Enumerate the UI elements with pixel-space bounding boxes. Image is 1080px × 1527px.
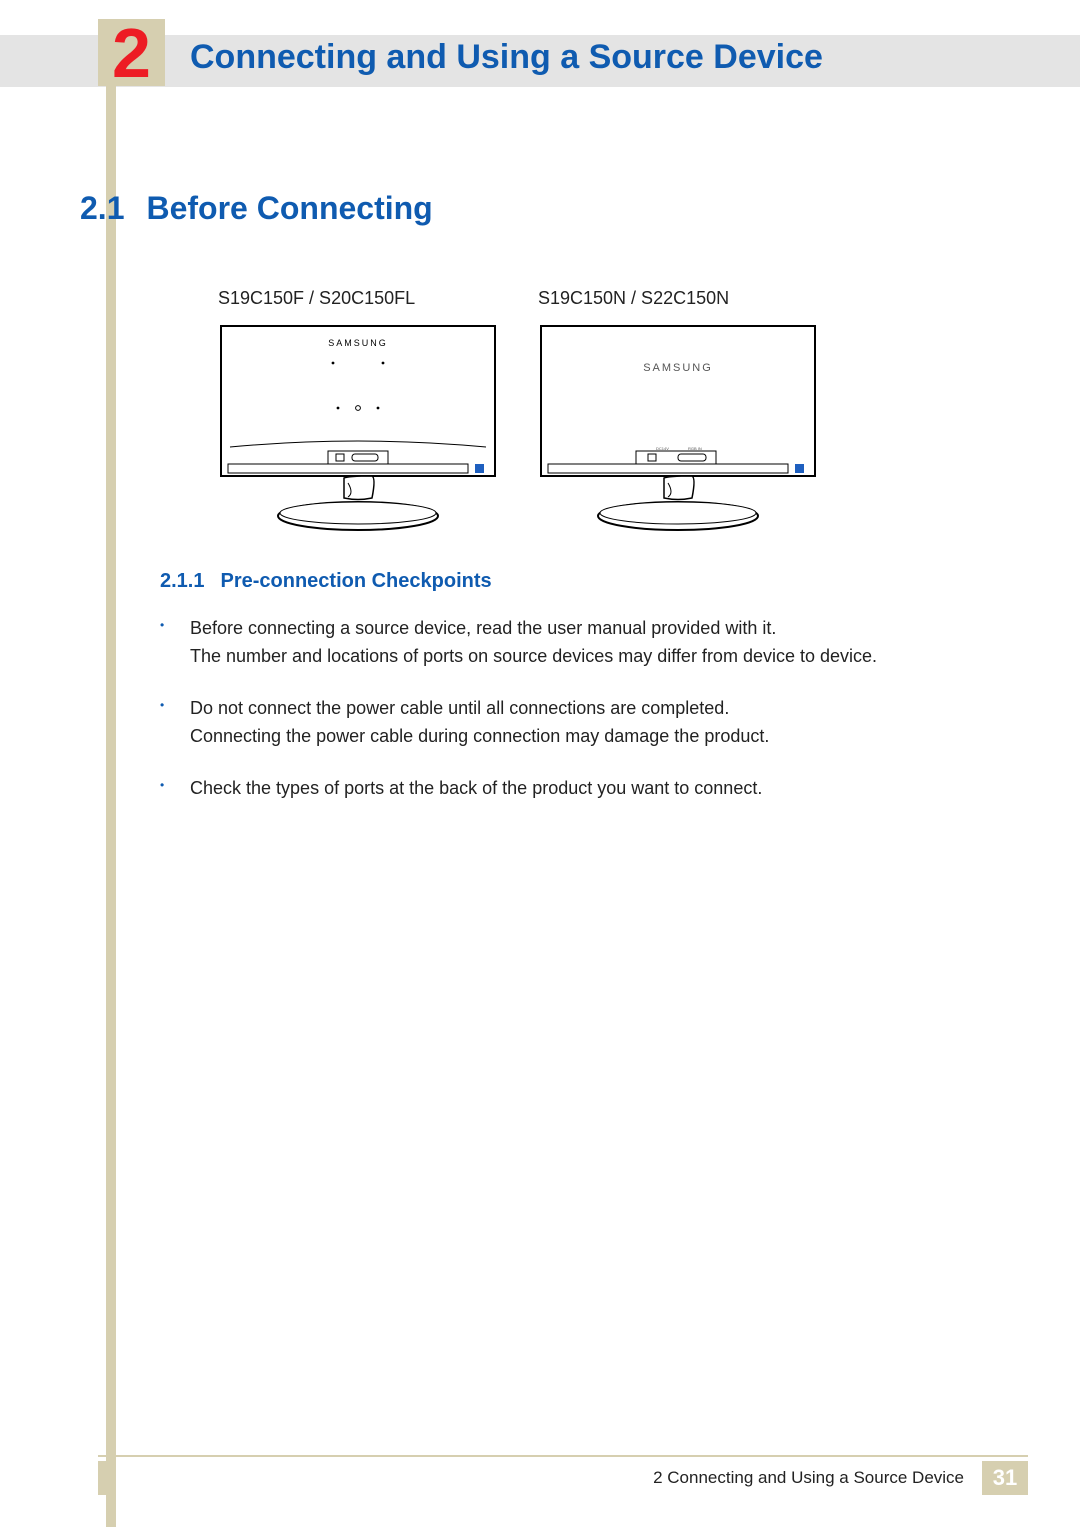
bullet-text: Connecting the power cable during connec… <box>190 723 1010 751</box>
bullet-text: Before connecting a source device, read … <box>190 615 1010 643</box>
subsection-title: Pre-connection Checkpoints <box>220 570 491 593</box>
page-number-box: 31 <box>982 1461 1028 1495</box>
monitor-left-icon: SAMSUNG <box>218 323 498 533</box>
footer-rule <box>98 1455 1028 1457</box>
list-item: Before connecting a source device, read … <box>190 615 1010 671</box>
bullet-text: Do not connect the power cable until all… <box>190 695 1010 723</box>
model-left-label: S19C150F / S20C150FL <box>218 288 498 309</box>
model-right: S19C150N / S22C150N SAMSUNG DC14V RGB IN <box>538 288 818 538</box>
vertical-band <box>106 33 116 1527</box>
page-number: 31 <box>993 1465 1017 1491</box>
chapter-number-box: 2 <box>98 19 165 86</box>
section-heading: 2.1 Before Connecting <box>80 190 1020 227</box>
brand-text: SAMSUNG <box>643 362 713 374</box>
svg-text:DC14V: DC14V <box>656 446 669 451</box>
chapter-number: 2 <box>112 18 151 88</box>
monitor-right-icon: SAMSUNG DC14V RGB IN <box>538 323 818 533</box>
chapter-title: Connecting and Using a Source Device <box>190 38 823 77</box>
footer-left-accent <box>98 1461 116 1495</box>
model-left: S19C150F / S20C150FL SAMSUNG <box>218 288 498 538</box>
bullet-text: Check the types of ports at the back of … <box>190 775 1010 803</box>
bullet-list: Before connecting a source device, read … <box>160 615 1010 802</box>
footer: 2 Connecting and Using a Source Device 3… <box>653 1461 1028 1495</box>
subsection-heading: 2.1.1 Pre-connection Checkpoints <box>160 570 1010 593</box>
model-figures: S19C150F / S20C150FL SAMSUNG S19C150N / … <box>218 288 818 538</box>
section-title: Before Connecting <box>146 190 432 227</box>
bullet-text: The number and locations of ports on sou… <box>190 643 1010 671</box>
list-item: Check the types of ports at the back of … <box>190 775 1010 803</box>
subsection-number: 2.1.1 <box>160 570 204 593</box>
subsection: 2.1.1 Pre-connection Checkpoints Before … <box>160 570 1010 826</box>
model-right-label: S19C150N / S22C150N <box>538 288 818 309</box>
section-number: 2.1 <box>80 190 124 227</box>
list-item: Do not connect the power cable until all… <box>190 695 1010 751</box>
footer-chapter-ref: 2 Connecting and Using a Source Device <box>653 1468 964 1488</box>
svg-text:RGB IN: RGB IN <box>688 446 702 451</box>
brand-text: SAMSUNG <box>328 338 388 348</box>
